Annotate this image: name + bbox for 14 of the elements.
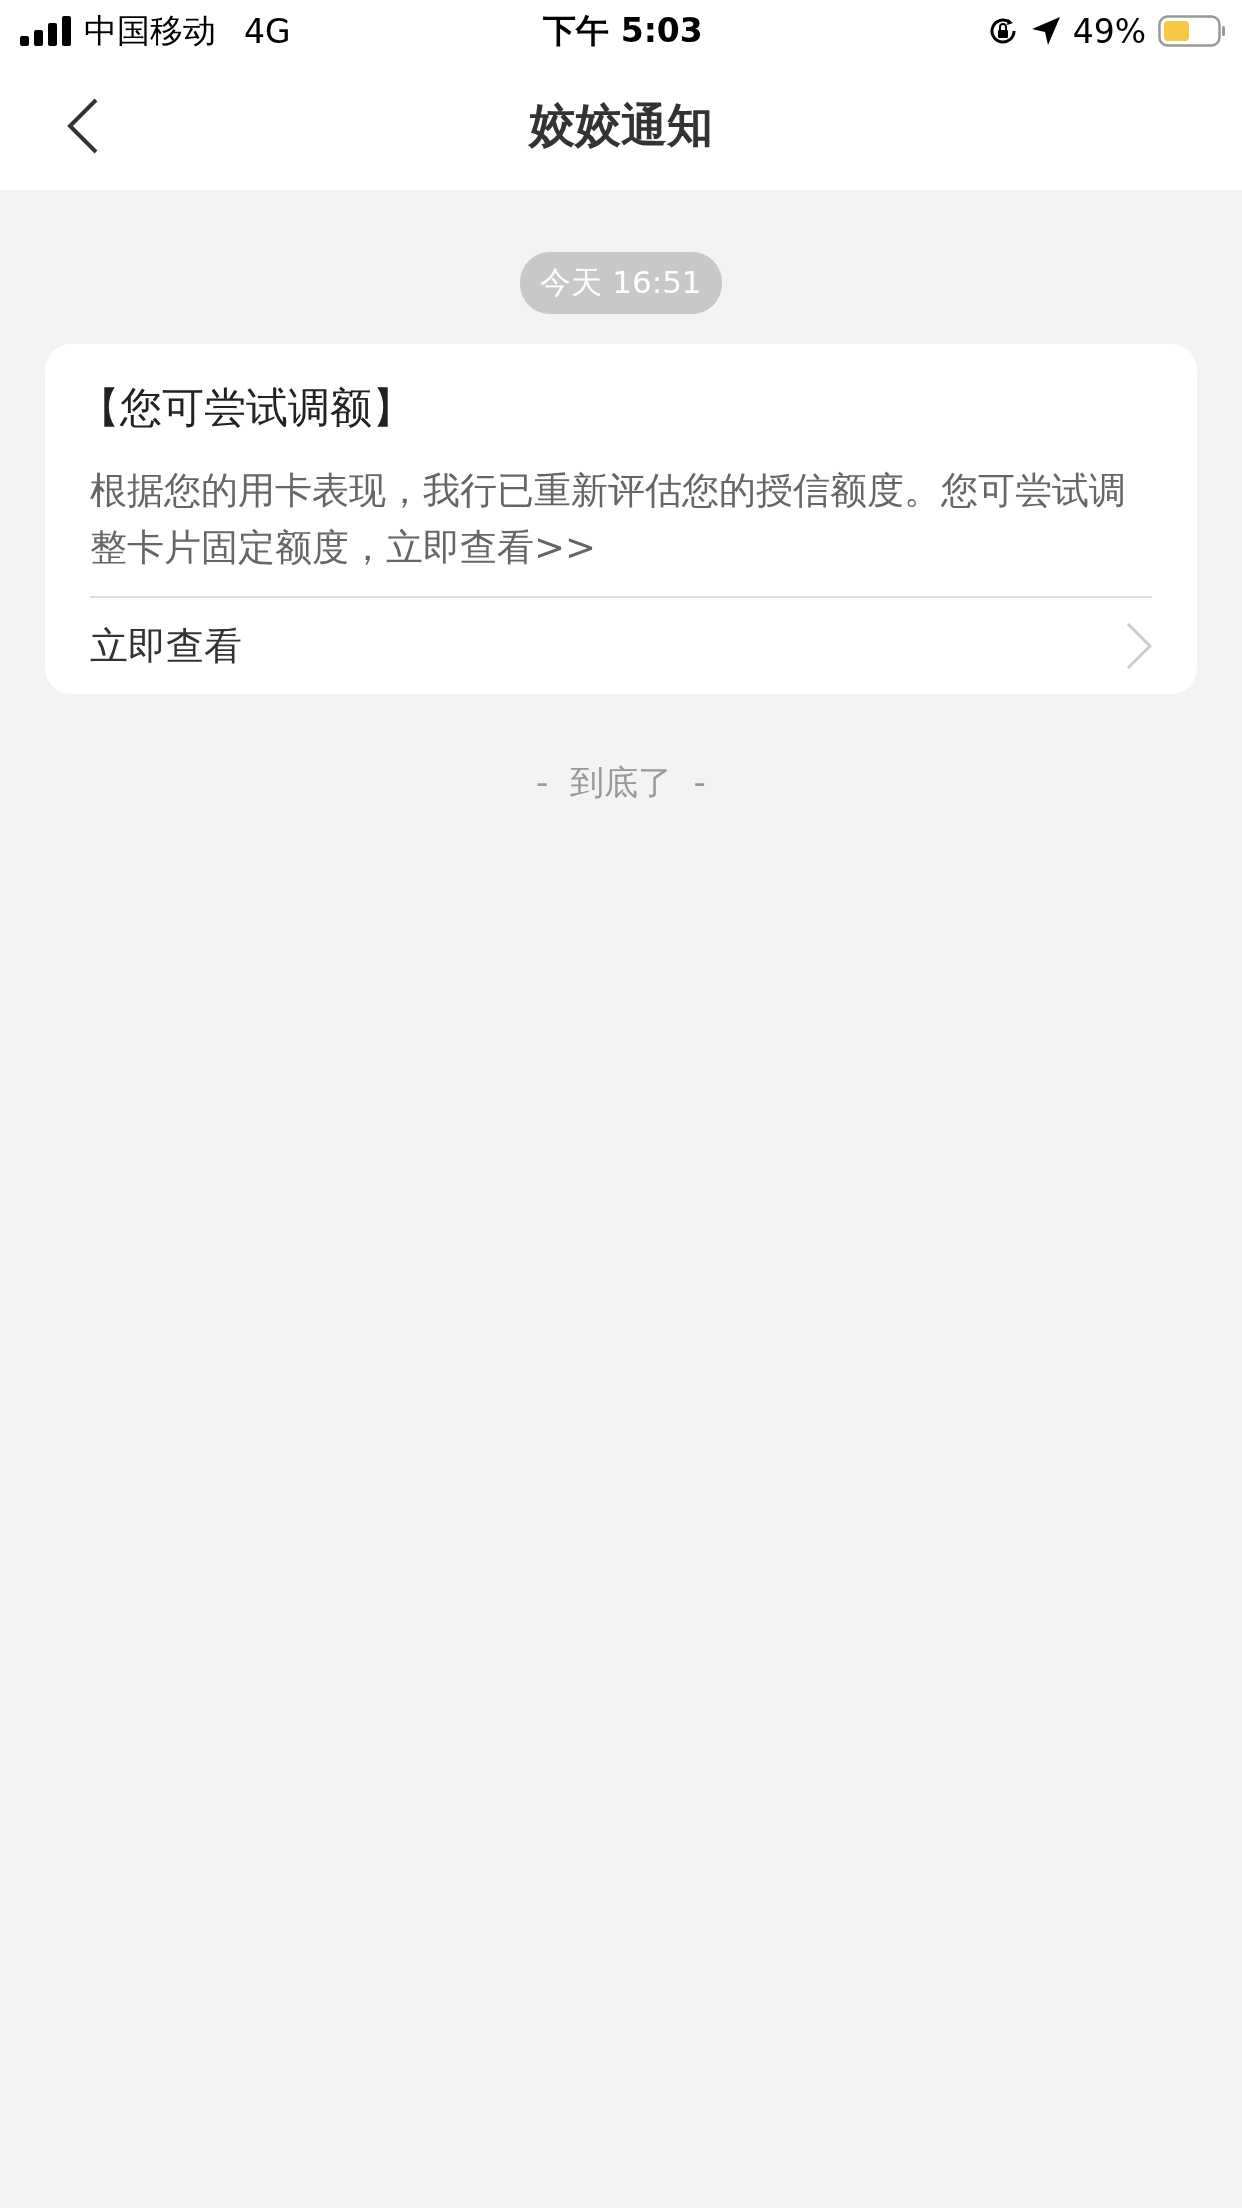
network-type: 4G [244,11,291,51]
view-now-link[interactable]: 立即查看 [90,596,1152,694]
notification-title: 【您可尝试调额】 [78,382,415,434]
carrier-name: 中国移动 [84,9,216,52]
signal-icon [20,16,72,46]
back-chevron-icon [67,98,99,154]
location-arrow-icon [1030,16,1061,46]
battery-icon [1158,15,1226,47]
end-of-list-text: - 到底了 - [536,761,706,804]
chevron-right-icon [1126,622,1152,670]
battery-percent: 49% [1072,11,1146,51]
page-title: 姣姣通知 [529,97,713,154]
notification-body: 根据您的用卡表现，我行已重新评估您的授信额度。您可尝试调整卡片固定额度，立即查看>> [90,468,1127,571]
status-time: 下午 5:03 [543,9,703,52]
